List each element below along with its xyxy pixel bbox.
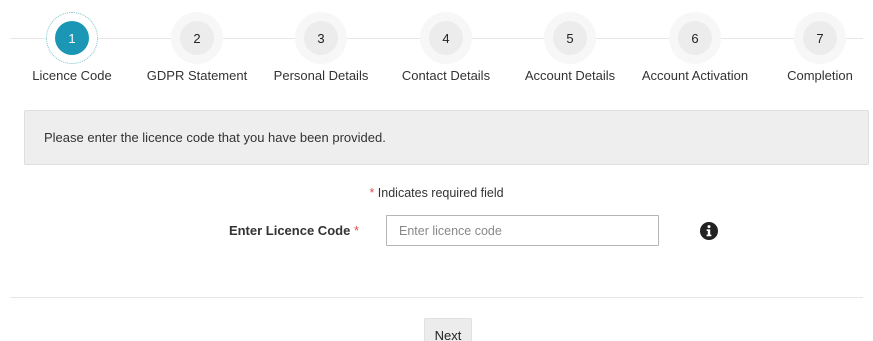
step-licence-code: 1 Licence Code (7, 12, 137, 83)
step-contact-details: 4 Contact Details (381, 12, 511, 83)
step-label: Licence Code (32, 68, 112, 83)
required-note-text: Indicates required field (374, 186, 504, 200)
instruction-text: Please enter the licence code that you h… (44, 130, 386, 145)
licence-code-label: Enter Licence Code * (229, 223, 359, 238)
licence-code-label-text: Enter Licence Code (228, 223, 351, 238)
step-account-details: 5 Account Details (505, 12, 635, 83)
step-label: GDPR Statement (146, 68, 248, 83)
step-number: 5 (553, 21, 587, 55)
step-circle: 5 (544, 12, 596, 64)
required-star: * (353, 223, 359, 238)
step-personal-details: 3 Personal Details (256, 12, 386, 83)
step-circle: 2 (171, 12, 223, 64)
step-label: Account Details (524, 68, 616, 83)
licence-code-input[interactable] (386, 215, 659, 246)
step-label: Account Activation (641, 68, 749, 83)
step-number: 3 (304, 21, 338, 55)
step-circle: 3 (295, 12, 347, 64)
step-account-activation: 6 Account Activation (630, 12, 760, 83)
progress-stepper: 1 Licence Code 2 GDPR Statement 3 Person… (0, 0, 873, 95)
section-divider (10, 297, 863, 298)
step-number: 1 (55, 21, 89, 55)
step-circle: 6 (669, 12, 721, 64)
step-circle: 4 (420, 12, 472, 64)
instruction-panel: Please enter the licence code that you h… (24, 110, 869, 165)
licence-code-row: Enter Licence Code * (0, 215, 873, 247)
step-label: Completion (787, 68, 853, 83)
step-number: 7 (803, 21, 837, 55)
info-circle-icon[interactable] (700, 222, 718, 240)
step-label: Personal Details (273, 68, 369, 83)
step-number: 4 (429, 21, 463, 55)
step-number: 6 (678, 21, 712, 55)
step-circle: 1 (46, 12, 98, 64)
next-button[interactable]: Next (424, 318, 472, 341)
step-gdpr-statement: 2 GDPR Statement (132, 12, 262, 83)
required-field-note: * Indicates required field (0, 186, 873, 200)
step-number: 2 (180, 21, 214, 55)
step-circle: 7 (794, 12, 846, 64)
step-label: Contact Details (401, 68, 491, 83)
step-completion: 7 Completion (755, 12, 873, 83)
